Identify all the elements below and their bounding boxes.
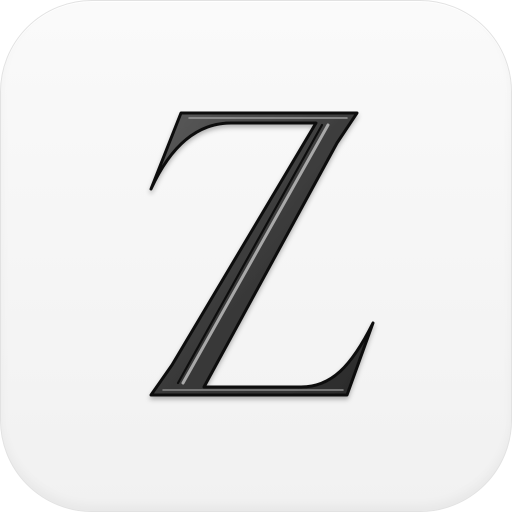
z-logo-icon — [149, 111, 375, 397]
app-icon[interactable]: Z — [0, 0, 512, 512]
app-icon-stage: Z — [0, 0, 512, 512]
z-inline-stroke-dark — [176, 123, 324, 385]
z-inline-stroke — [181, 123, 330, 385]
z-letter-body — [149, 111, 375, 397]
